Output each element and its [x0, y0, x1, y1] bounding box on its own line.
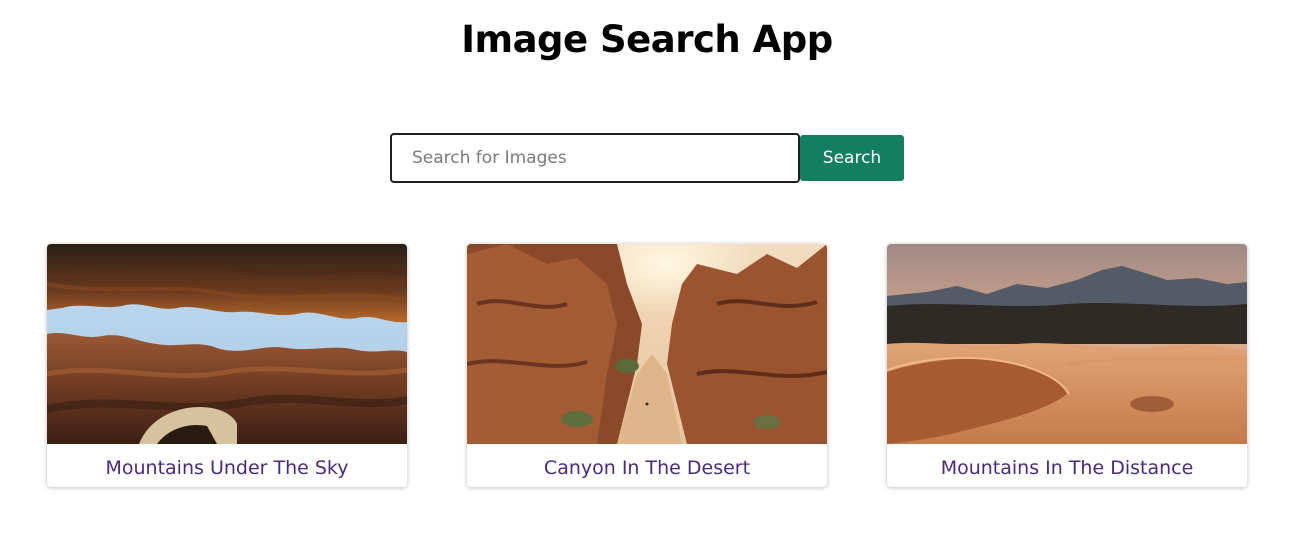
image-card[interactable]: Canyon In The Desert: [467, 244, 827, 487]
search-button[interactable]: Search: [800, 135, 904, 181]
card-caption[interactable]: Mountains Under The Sky: [47, 444, 407, 487]
card-caption[interactable]: Mountains In The Distance: [887, 444, 1247, 487]
search-input[interactable]: [390, 133, 800, 183]
desert-canyon-photo[interactable]: [467, 244, 827, 444]
image-card[interactable]: Mountains Under The Sky: [47, 244, 407, 487]
card-caption[interactable]: Canyon In The Desert: [467, 444, 827, 487]
page-title: Image Search App: [461, 18, 833, 61]
sand-dunes-mountains-photo[interactable]: [887, 244, 1247, 444]
canyon-sky-photo[interactable]: [47, 244, 407, 444]
image-card[interactable]: Mountains In The Distance: [887, 244, 1247, 487]
